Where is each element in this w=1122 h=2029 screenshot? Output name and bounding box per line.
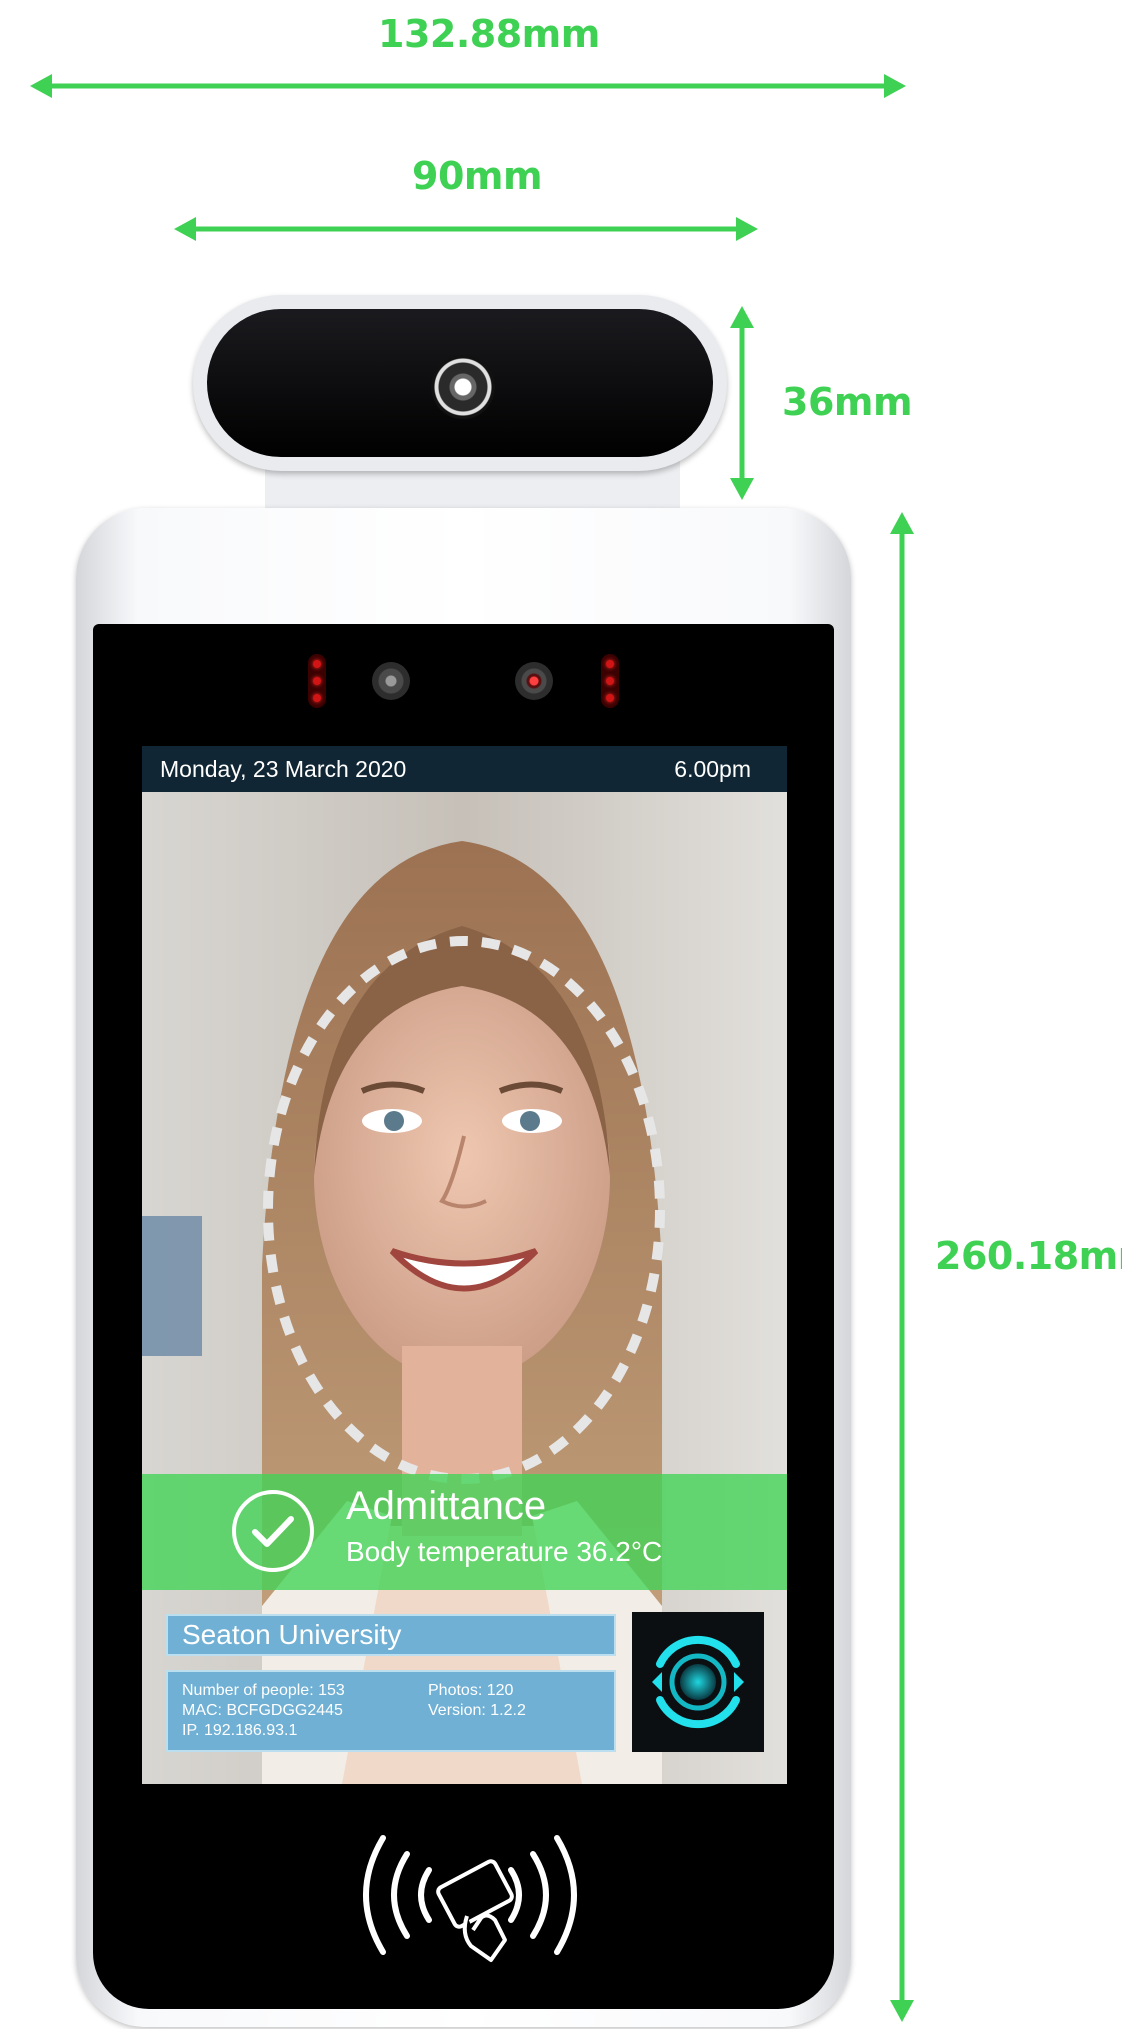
- temperature-text: Body temperature 36.2°C: [346, 1536, 663, 1567]
- photo-count: Photos: 120: [428, 1682, 514, 1699]
- right-sensor: [515, 662, 553, 700]
- left-sensor: [372, 662, 410, 700]
- organization-name: Seaton University: [166, 1614, 616, 1656]
- right-indicator-led: [601, 654, 619, 708]
- mac-address: MAC: BCFGDGG2445: [182, 1702, 343, 1719]
- face-scan-tile: [632, 1612, 764, 1752]
- date-text: Monday, 23 March 2020: [160, 756, 407, 782]
- admittance-banner: Admittance Body temperature 36.2°C: [142, 1474, 787, 1590]
- face-scan-icon: [652, 1635, 744, 1729]
- camera-lens: [431, 355, 495, 419]
- left-indicator-led: [308, 654, 326, 708]
- nfc-card-icon: [363, 1835, 577, 1962]
- display-screen: Monday, 23 March 2020 6.00pm Admittance …: [142, 746, 787, 1784]
- device-info-panel: Number of people: 153 MAC: BCFGDGG2445 I…: [166, 1670, 616, 1752]
- time-text: 6.00pm: [674, 756, 751, 782]
- people-count: Number of people: 153: [182, 1682, 345, 1699]
- ip-address: IP. 192.186.93.1: [182, 1722, 298, 1739]
- checkmark-circle-icon: [232, 1490, 314, 1572]
- status-title: Admittance: [346, 1484, 547, 1528]
- status-bar: Monday, 23 March 2020 6.00pm: [142, 746, 787, 792]
- version-text: Version: 1.2.2: [428, 1702, 526, 1719]
